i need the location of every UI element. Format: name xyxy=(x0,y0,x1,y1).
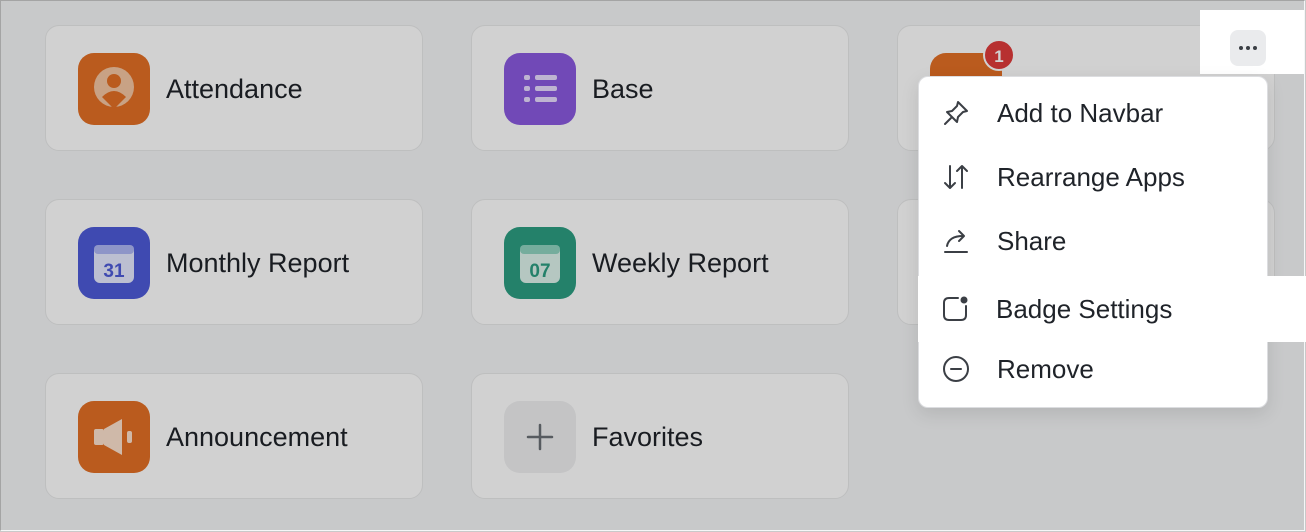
menu-item-remove[interactable]: Remove xyxy=(919,337,1265,401)
calendar-day-text: 07 xyxy=(529,261,550,282)
menu-item-rearrange-apps[interactable]: Rearrange Apps xyxy=(919,145,1265,209)
calendar-07-icon: 07 xyxy=(504,227,576,299)
pin-icon xyxy=(941,98,971,128)
menu-item-share[interactable]: Share xyxy=(919,209,1265,273)
calendar-31-icon: 31 xyxy=(78,227,150,299)
menu-item-badge-settings[interactable]: Badge Settings xyxy=(918,276,1306,342)
menu-item-label: Rearrange Apps xyxy=(997,162,1185,192)
remove-circle-icon xyxy=(941,354,971,384)
menu-item-badge-settings-inner: Badge Settings xyxy=(918,277,1264,341)
menu-item-label: Badge Settings xyxy=(996,294,1173,324)
app-label: Attendance xyxy=(166,74,303,104)
plus-icon xyxy=(504,401,576,473)
base-list-icon xyxy=(504,53,576,125)
menu-item-label: Add to Navbar xyxy=(997,98,1164,128)
app-label: Monthly Report xyxy=(166,248,350,278)
app-label: Announcement xyxy=(166,422,348,452)
more-button-area xyxy=(1200,10,1304,74)
menu-item-label: Remove xyxy=(997,354,1094,384)
megaphone-icon xyxy=(78,401,150,473)
more-button[interactable] xyxy=(1230,30,1266,66)
context-menu: Add to Navbar Rearrange Apps Share Remov… xyxy=(918,76,1268,408)
attendance-icon xyxy=(78,53,150,125)
app-label: Favorites xyxy=(592,422,704,452)
more-dots-icon xyxy=(1239,46,1257,50)
calendar-day-text: 31 xyxy=(103,261,125,282)
app-card-base[interactable]: Base xyxy=(471,25,849,151)
app-card-announcement[interactable]: Announcement xyxy=(45,373,423,499)
app-label: Base xyxy=(592,74,654,104)
notification-badge: 1 xyxy=(983,39,1015,71)
app-card-attendance[interactable]: Attendance xyxy=(45,25,423,151)
badge-settings-icon xyxy=(940,294,970,324)
app-card-monthly-report[interactable]: 31 Monthly Report xyxy=(45,199,423,325)
menu-item-add-to-navbar[interactable]: Add to Navbar xyxy=(919,81,1265,145)
app-card-weekly-report[interactable]: 07 Weekly Report xyxy=(471,199,849,325)
add-favorites-card[interactable]: Favorites xyxy=(471,373,849,499)
app-label: Weekly Report xyxy=(592,248,769,278)
menu-item-label: Share xyxy=(997,226,1067,256)
sort-arrows-icon xyxy=(941,162,971,192)
share-icon xyxy=(941,226,971,256)
